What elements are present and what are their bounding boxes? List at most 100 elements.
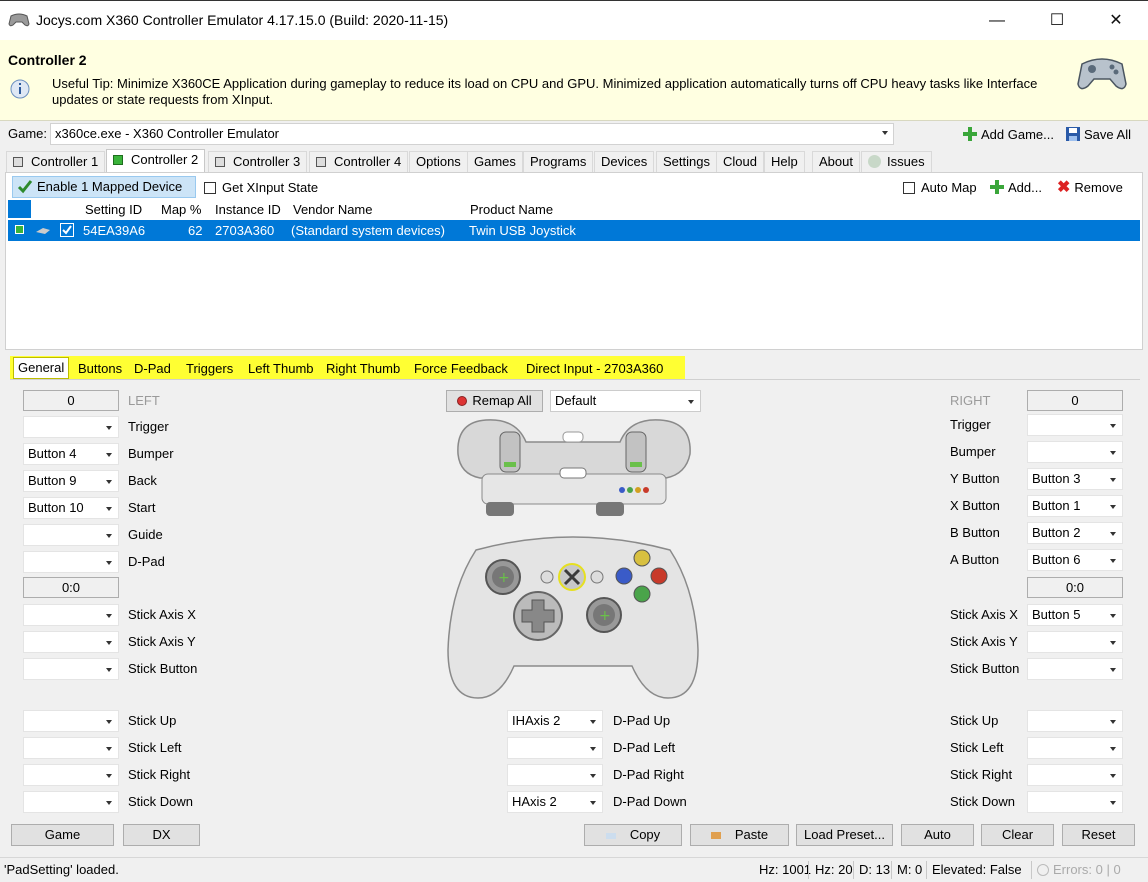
auto-map-label: Auto Map [921,180,977,195]
dpad-row-value: IHAxis 2 [512,713,561,728]
tab-dpad[interactable]: D-Pad [134,360,171,380]
reset-button[interactable]: Reset [1062,824,1135,846]
header-vendor-name[interactable]: Vendor Name [293,202,373,217]
header-select-cell[interactable] [8,200,31,218]
tab-force-feedback[interactable]: Force Feedback [414,360,508,380]
tab-games[interactable]: Games [467,151,523,173]
tab-about[interactable]: About [812,151,860,173]
header-instance-id[interactable]: Instance ID [215,202,281,217]
add-device-button[interactable]: Add... [990,180,1042,196]
right-stick-row-select[interactable] [1027,631,1123,653]
add-game-button[interactable]: Add Game... [963,127,1054,143]
right-row-label: X Button [950,498,1000,513]
copy-button[interactable]: Copy [584,824,682,846]
game-select[interactable]: x360ce.exe - X360 Controller Emulator [50,123,894,145]
left-row-select[interactable] [23,551,119,573]
dpad-row-select[interactable]: HAxis 2 [507,791,603,813]
left-row-label: Start [128,500,156,515]
left-stick-row-select[interactable] [23,658,119,680]
right-row-label: Trigger [950,417,991,432]
tab-general[interactable]: General [13,357,70,379]
tab-help[interactable]: Help [764,151,805,173]
info-icon [10,79,30,99]
cell-vendor-name: (Standard system devices) [291,223,445,238]
right-dir-row-select[interactable] [1027,791,1123,813]
tab-triggers[interactable]: Triggers [186,360,233,380]
close-button[interactable]: ✕ [1087,1,1145,41]
get-xinput-checkbox[interactable]: Get XInput State [204,180,318,195]
tab-controller-1[interactable]: Controller 1 [6,151,106,173]
title-bar: Jocys.com X360 Controller Emulator 4.17.… [0,0,1148,40]
right-dir-row-select[interactable] [1027,764,1123,786]
chevron-down-icon [1110,720,1116,724]
right-row-select[interactable]: Button 1 [1027,495,1123,517]
remove-label: Remove [1074,180,1123,195]
auto-map-checkbox[interactable]: Auto Map [903,180,977,195]
tab-right-thumb[interactable]: Right Thumb [326,360,400,380]
tab-direct-input[interactable]: Direct Input - 2703A360 [526,360,663,380]
checkmark-icon [17,180,33,194]
tab-settings[interactable]: Settings [656,151,717,173]
paste-button[interactable]: Paste [690,824,789,846]
tab-options[interactable]: Options [409,151,468,173]
left-dir-row-select[interactable] [23,710,119,732]
tab-devices[interactable]: Devices [594,151,655,173]
maximize-button[interactable]: ☐ [1028,1,1086,41]
right-stick-row-select[interactable] [1027,658,1123,680]
auto-button[interactable]: Auto [901,824,974,846]
tip-banner: Controller 2 Useful Tip: Minimize X360CE… [0,40,1148,121]
enable-mapped-device-toggle[interactable]: Enable 1 Mapped Device [12,176,196,198]
left-row-select[interactable]: Button 10 [23,497,119,519]
remap-all-label: Remap All [472,393,532,408]
left-row-select[interactable] [23,416,119,438]
left-dir-row-select[interactable] [23,764,119,786]
right-dir-row-select[interactable] [1027,710,1123,732]
tab-controller-3[interactable]: Controller 3 [208,151,308,173]
tab-controller-4[interactable]: Controller 4 [309,151,409,173]
tab-programs[interactable]: Programs [523,151,594,173]
right-row-select[interactable]: Button 6 [1027,549,1123,571]
right-stick-row-select[interactable]: Button 5 [1027,604,1123,626]
error-icon [1037,864,1049,876]
right-row-value: Button 6 [1032,552,1081,567]
header-product-name[interactable]: Product Name [470,202,553,217]
left-stick-row-select[interactable] [23,604,119,626]
left-stick-row-select[interactable] [23,631,119,653]
left-row-select[interactable]: Button 9 [23,470,119,492]
right-row-select[interactable]: Button 2 [1027,522,1123,544]
chevron-down-icon [590,747,596,751]
preset-select[interactable]: Default [550,390,701,412]
remap-all-button[interactable]: Remap All [446,390,543,412]
dpad-row-select[interactable] [507,737,603,759]
right-row-select[interactable] [1027,414,1123,436]
right-row-select[interactable] [1027,441,1123,463]
table-row[interactable]: 54EA39A6 62 2703A360 (Standard system de… [8,220,1140,241]
tab-cloud[interactable]: Cloud [716,151,764,173]
load-preset-button[interactable]: Load Preset... [796,824,893,846]
minimize-button[interactable]: — [968,1,1026,41]
dpad-row-select[interactable] [507,764,603,786]
save-all-button[interactable]: Save All [1066,127,1131,143]
header-setting-id[interactable]: Setting ID [85,202,142,217]
header-map-percent[interactable]: Map % [161,202,201,217]
tab-buttons[interactable]: Buttons [78,360,122,380]
chevron-down-icon [1110,614,1116,618]
dpad-row-select[interactable]: IHAxis 2 [507,710,603,732]
tab-left-thumb[interactable]: Left Thumb [248,360,314,380]
gamepad-icon [1077,58,1127,90]
left-row-select[interactable] [23,524,119,546]
right-stick-row-value: Button 5 [1032,607,1081,622]
left-row-select[interactable]: Button 4 [23,443,119,465]
right-row-select[interactable]: Button 3 [1027,468,1123,490]
device-checkbox[interactable] [60,223,74,237]
right-trigger-value: 0 [1027,390,1123,411]
left-dir-row-select[interactable] [23,791,119,813]
right-dir-row-select[interactable] [1027,737,1123,759]
dx-button[interactable]: DX [123,824,200,846]
tab-controller-2[interactable]: Controller 2 [106,149,206,173]
clear-button[interactable]: Clear [981,824,1054,846]
game-button[interactable]: Game [11,824,114,846]
remove-device-button[interactable]: ✖ Remove [1057,180,1123,196]
tab-issues[interactable]: Issues [861,151,932,173]
left-dir-row-select[interactable] [23,737,119,759]
